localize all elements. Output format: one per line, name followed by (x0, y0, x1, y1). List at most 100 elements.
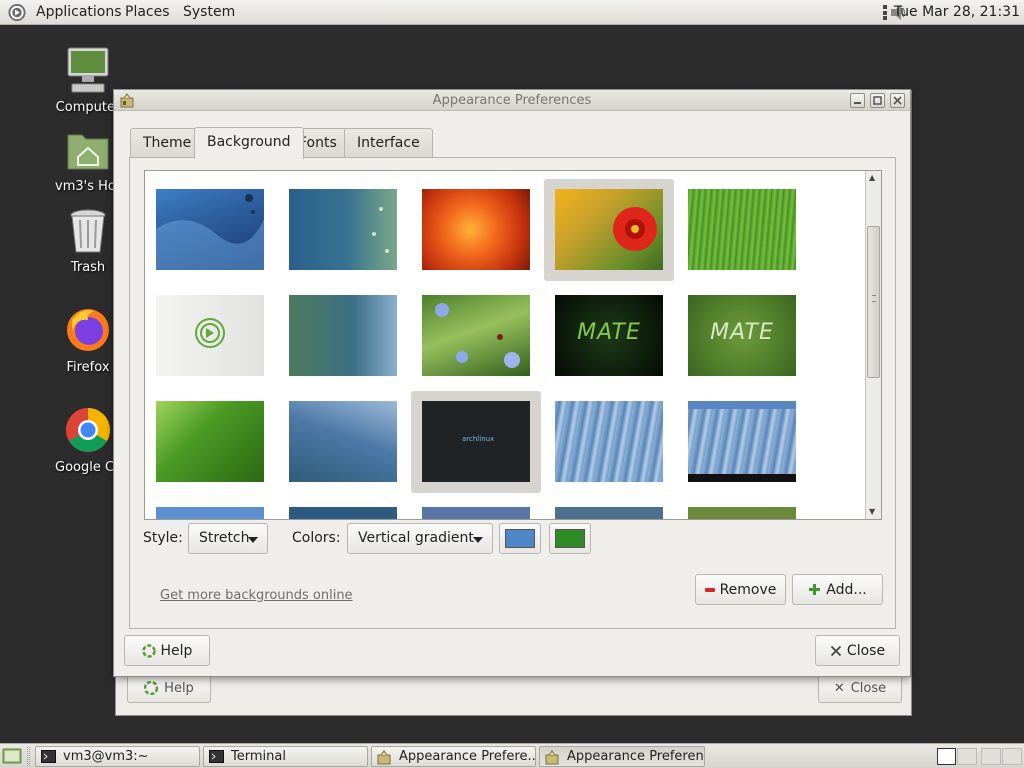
desktop-icon-chrome[interactable]: Google Chrome (55, 406, 156, 475)
desktop-icon-label: vm3's Home (55, 179, 137, 194)
background-thumbnail[interactable] (677, 391, 807, 493)
clock[interactable]: Tue Mar 28, 21:31 (894, 4, 1020, 20)
background-thumbnail[interactable]: MATE (677, 285, 807, 387)
task-button-terminal[interactable]: Terminal (203, 746, 368, 767)
window-close-button[interactable] (890, 93, 905, 108)
background-thumbnail[interactable] (278, 285, 408, 387)
mate-logo-text: MATE (710, 320, 774, 345)
background-thumbnail[interactable] (278, 179, 408, 281)
task-button-appearance-2[interactable]: Appearance Preferen... (539, 746, 705, 767)
gallery-scrollbar[interactable]: ▲ ▼ (865, 171, 881, 519)
workspace-3[interactable] (981, 748, 1001, 765)
minimize-button[interactable] (850, 93, 865, 108)
taskbar-handle[interactable] (27, 747, 30, 766)
thumbnail-image (156, 295, 264, 376)
remove-icon (704, 587, 715, 592)
workspace-1[interactable] (937, 748, 956, 765)
background-thumbnail-selected[interactable]: archlinux (411, 391, 541, 493)
archlinux-logo-text: archlinux (462, 435, 495, 443)
remove-label: Remove (719, 581, 777, 598)
window-title: Appearance Preferences (432, 93, 592, 108)
taskbar: vm3@vm3:~ Terminal Appearance Prefere...… (0, 743, 1024, 768)
show-desktop-icon[interactable] (2, 747, 22, 765)
desktop-icon-computer[interactable]: Computer (55, 46, 121, 115)
style-value: Stretch (199, 530, 250, 546)
background-help-label: Help (164, 680, 194, 696)
task-button-terminal-vm3[interactable]: vm3@vm3:~ (35, 746, 200, 767)
background-thumbnail[interactable] (411, 179, 541, 281)
background-thumbnail[interactable] (677, 497, 807, 519)
menu-places[interactable]: Places (125, 4, 170, 20)
background-tab-pane: MATE MATE archlinux ▲ ▼ Style: Stretch C… (129, 157, 896, 629)
thumbnail-image (688, 507, 796, 519)
desktop-icon-home[interactable]: vm3's Home (55, 127, 137, 194)
thumbnail-image (289, 401, 397, 482)
tab-background[interactable]: Background (194, 127, 304, 159)
tab-interface[interactable]: Interface (344, 128, 433, 158)
add-button[interactable]: Add... (792, 574, 883, 605)
workspace-2[interactable] (957, 748, 977, 765)
desktop-icon-label: Computer (55, 100, 121, 115)
help-icon (141, 643, 156, 658)
add-icon (809, 584, 821, 595)
scrollbar-thumb[interactable] (867, 226, 880, 378)
background-close-button[interactable]: ✕ Close (818, 673, 902, 703)
background-thumbnail[interactable] (677, 179, 807, 281)
mate-logo-icon[interactable] (7, 3, 27, 22)
task-label: Appearance Preferen... (567, 749, 705, 764)
background-thumbnail[interactable] (544, 497, 674, 519)
maximize-button[interactable] (870, 93, 885, 108)
desktop-icon-trash[interactable]: Trash (55, 208, 121, 275)
desktop-icon-label: Firefox (66, 360, 110, 375)
background-help-button[interactable]: Help (127, 673, 211, 703)
get-more-backgrounds-link[interactable]: Get more backgrounds online (160, 588, 353, 603)
background-thumbnail[interactable] (544, 391, 674, 493)
style-combo[interactable]: Stretch (188, 523, 268, 554)
thumbnail-image (422, 189, 530, 270)
colors-value: Vertical gradient (358, 530, 474, 546)
window-titlebar[interactable]: Appearance Preferences (114, 90, 910, 111)
top-panel: Applications Places System Tue Mar 28, 2… (0, 0, 1024, 25)
background-thumbnail[interactable] (411, 285, 541, 387)
minimize-icon (854, 102, 861, 104)
remove-button[interactable]: Remove (695, 574, 786, 605)
colors-label: Colors: (292, 530, 341, 546)
thumbnail-image: MATE (555, 295, 663, 376)
thumbnail-image (555, 507, 663, 519)
desktop-icon-label: Google Chrome (55, 460, 156, 475)
thumbnail-image (156, 189, 264, 270)
desktop-icon-firefox[interactable]: Firefox (55, 306, 121, 375)
appearance-preferences-window: Appearance Preferences Theme Background … (113, 89, 911, 677)
colors-combo[interactable]: Vertical gradient (347, 523, 493, 554)
workspace-4[interactable] (1002, 748, 1022, 765)
background-thumbnail[interactable] (278, 497, 408, 519)
scroll-down-icon[interactable]: ▼ (869, 507, 875, 517)
menu-applications[interactable]: Applications (36, 4, 122, 20)
background-thumbnail[interactable] (278, 391, 408, 493)
terminal-icon (209, 750, 224, 763)
terminal-icon (41, 750, 56, 763)
background-thumbnail[interactable] (145, 391, 275, 493)
close-label: Close (846, 642, 886, 659)
scroll-up-icon[interactable]: ▲ (869, 173, 875, 183)
close-button[interactable]: Close (815, 635, 900, 666)
secondary-color-button[interactable] (549, 523, 591, 554)
task-button-appearance-1[interactable]: Appearance Prefere... (371, 746, 536, 767)
primary-color-button[interactable] (499, 523, 541, 554)
background-thumbnail[interactable] (145, 497, 275, 519)
secondary-color-swatch (555, 529, 585, 548)
task-label: vm3@vm3:~ (63, 749, 149, 764)
background-thumbnail[interactable]: MATE (544, 285, 674, 387)
background-thumbnail[interactable] (411, 497, 541, 519)
background-thumbnail-selected[interactable] (544, 179, 674, 281)
thumbnail-image (289, 295, 397, 376)
thumbnail-image: MATE (688, 295, 796, 376)
thumbnail-image (555, 401, 663, 482)
background-thumbnail[interactable] (145, 285, 275, 387)
trash-icon (70, 209, 106, 253)
background-thumbnail[interactable] (145, 179, 275, 281)
help-button[interactable]: Help (124, 635, 210, 666)
home-folder-icon (67, 134, 109, 170)
firefox-icon (67, 309, 109, 351)
menu-system[interactable]: System (183, 4, 235, 20)
